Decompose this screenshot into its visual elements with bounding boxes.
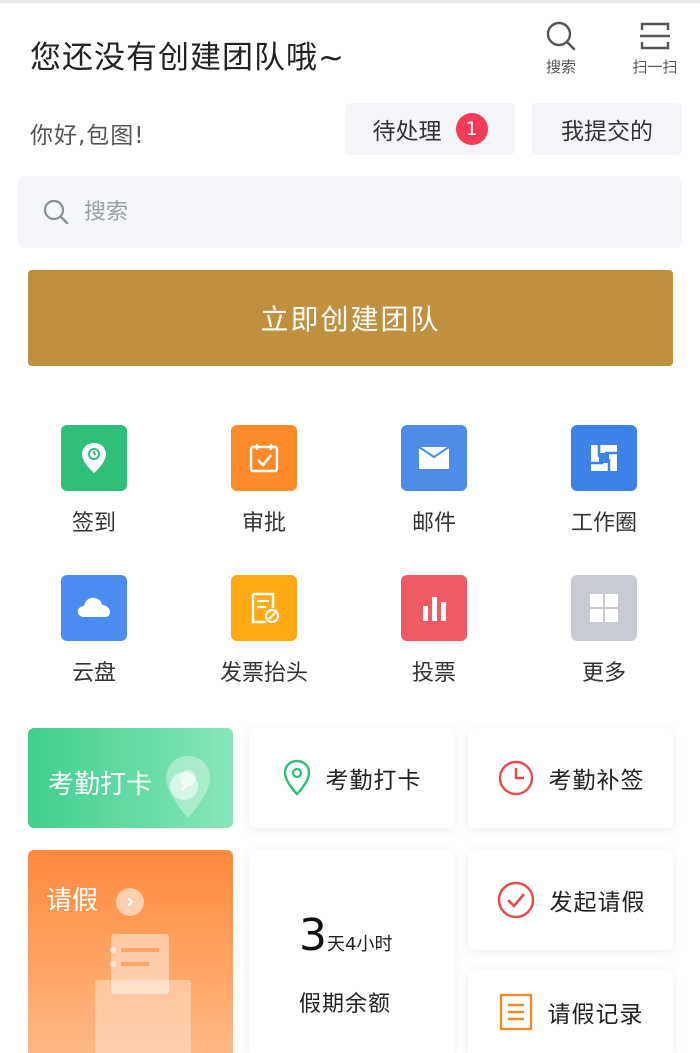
submitted-button[interactable]: 我提交的 [532,103,682,155]
leave-banner-title: 请假 [46,886,99,916]
leave-balance-card[interactable]: 3天4小时 假期余额 [249,850,454,1053]
grid-item-more[interactable]: 更多 [534,575,674,687]
greeting: 你好,包图! [30,123,145,149]
clock-icon [498,760,533,796]
leave-balance-rest: 天4小时 [327,934,393,955]
attendance-banner-title: 考勤打卡 [48,770,153,800]
punch-card-button[interactable]: 考勤打卡 [249,728,454,828]
grid-item-checkin[interactable]: 签到 [24,425,164,537]
search-action[interactable]: 搜索 [526,20,596,77]
top-border [0,0,700,3]
page-title: 您还没有创建团队哦~ [30,40,345,76]
list-document-icon [499,993,532,1030]
grid-label: 邮件 [411,511,456,536]
scan-action[interactable]: 扫一扫 [620,20,690,77]
makeup-label: 考勤补签 [548,768,645,794]
attendance-banner[interactable]: 考勤打卡 [28,728,233,828]
scan-icon [620,20,690,52]
grid-item-invoice[interactable]: 发票抬头 [194,575,334,687]
check-circle-icon [497,881,534,919]
pending-label: 待处理 [372,119,442,145]
chevron-right-icon [116,887,145,916]
document-illustration-icon [95,934,191,1053]
grid-item-vote[interactable]: 投票 [364,575,504,687]
leave-balance-label: 假期余额 [299,992,392,1017]
invoice-icon [231,575,297,641]
search-action-label: 搜索 [545,58,576,76]
location-pin-icon [61,425,127,491]
grid-item-approval[interactable]: 审批 [194,425,334,537]
start-leave-button[interactable]: 发起请假 [468,850,673,950]
punch-card-label: 考勤打卡 [325,768,422,794]
search-input[interactable] [82,198,626,226]
grid-label: 审批 [241,511,286,536]
grid-item-work-circle[interactable]: 工作圈 [534,425,674,537]
leave-records-label: 请假记录 [547,1001,644,1028]
mail-icon [401,425,467,491]
scan-action-label: 扫一扫 [632,58,678,76]
submitted-label: 我提交的 [561,119,653,145]
create-team-button[interactable]: 立即创建团队 [28,270,673,366]
grid-label: 云盘 [71,661,116,686]
checklist-icon [231,425,297,491]
pending-button[interactable]: 待处理 1 [345,103,515,155]
grid-label: 签到 [71,511,116,536]
grid-item-mail[interactable]: 邮件 [364,425,504,537]
search-bar[interactable] [18,176,682,248]
pending-badge: 1 [455,113,488,145]
grid-label: 工作圈 [570,511,637,536]
start-leave-label: 发起请假 [549,890,646,916]
chevron-right-icon [170,771,199,800]
grid-item-cloud[interactable]: 云盘 [24,575,164,687]
bar-chart-icon [401,575,467,641]
cloud-icon [61,575,127,641]
grid-icon [571,575,637,641]
grid-label: 投票 [411,661,456,686]
shutter-icon [571,425,637,491]
makeup-button[interactable]: 考勤补签 [468,728,673,828]
search-icon [43,199,69,225]
leave-balance-days: 3 [299,910,327,961]
leave-records-button[interactable]: 请假记录 [468,970,673,1053]
grid-label: 更多 [581,661,626,686]
search-icon [526,20,596,52]
location-pin-icon [283,759,310,796]
leave-banner[interactable]: 请假 [28,850,233,1053]
grid-label: 发票抬头 [219,661,308,686]
